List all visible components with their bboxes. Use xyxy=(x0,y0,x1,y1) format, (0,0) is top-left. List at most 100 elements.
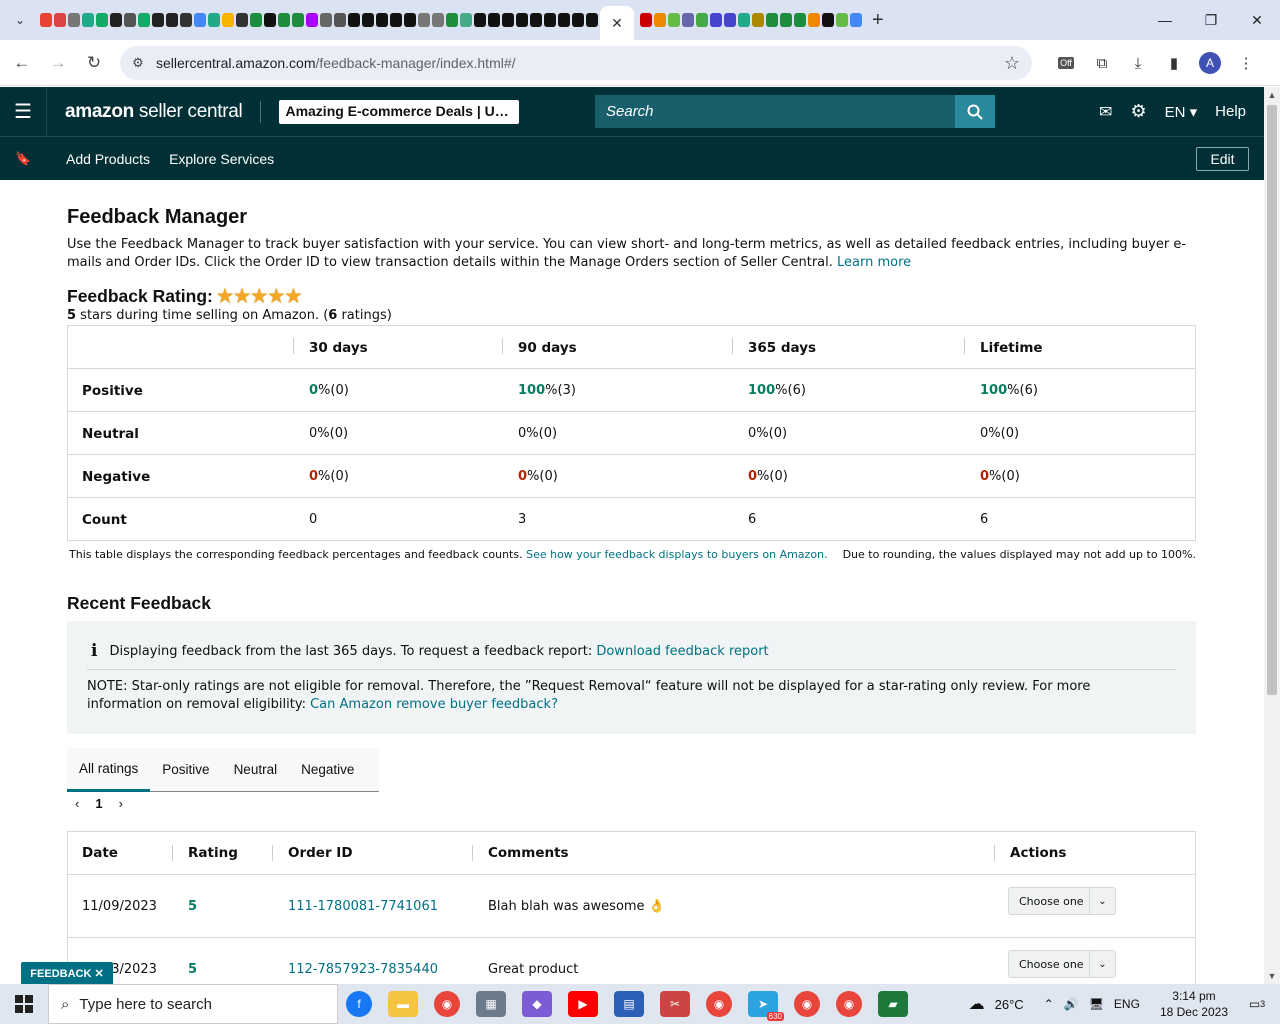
col-rating[interactable]: Rating xyxy=(188,832,238,874)
pinned-tab-favicon-icon[interactable] xyxy=(82,13,94,27)
pinned-tab-favicon-icon[interactable] xyxy=(488,13,500,27)
help-link[interactable]: Help xyxy=(1215,103,1246,120)
pinned-tab-favicon-icon[interactable] xyxy=(138,13,150,27)
pinned-tab-favicon-icon[interactable] xyxy=(208,13,220,27)
pinned-tab-favicon-icon[interactable] xyxy=(432,13,444,27)
pinned-tab-favicon-icon[interactable] xyxy=(682,13,694,27)
learn-more-link[interactable]: Learn more xyxy=(837,255,911,270)
search-input[interactable]: Search xyxy=(595,95,955,128)
nav-add-products[interactable]: Add Products xyxy=(66,151,150,167)
pinned-tab-favicon-icon[interactable] xyxy=(558,13,570,27)
facebook-icon[interactable]: f xyxy=(346,991,372,1017)
pinned-tab-favicon-icon[interactable] xyxy=(474,13,486,27)
pinned-tab-favicon-icon[interactable] xyxy=(54,13,66,27)
bookmark-icon[interactable]: 🔖 xyxy=(0,151,47,167)
input-language[interactable]: ENG xyxy=(1114,997,1140,1011)
notifications-icon[interactable]: ▭ 3 xyxy=(1242,989,1272,1019)
pinned-tab-favicon-icon[interactable] xyxy=(362,13,374,27)
side-panel-icon[interactable]: ▮ xyxy=(1156,45,1192,81)
new-tab-button[interactable]: + xyxy=(872,9,884,32)
tab-negative[interactable]: Negative xyxy=(289,748,366,792)
scrollbar-thumb[interactable] xyxy=(1267,105,1277,695)
order-id-link[interactable]: 111-1780081-7741061 xyxy=(288,875,438,937)
search-button[interactable] xyxy=(955,95,995,128)
pinned-tab-favicon-icon[interactable] xyxy=(794,13,806,27)
download-report-link[interactable]: Download feedback report xyxy=(596,644,768,659)
chrome-profile-icon[interactable]: ◉ xyxy=(706,991,732,1017)
pinned-tab-favicon-icon[interactable] xyxy=(710,13,722,27)
pinned-tab-favicon-icon[interactable] xyxy=(822,13,834,27)
chevron-down-icon[interactable]: ⌄ xyxy=(1089,951,1115,977)
pinned-tab-favicon-icon[interactable] xyxy=(180,13,192,27)
action-dropdown[interactable]: Choose one ⌄ xyxy=(1008,950,1116,978)
copilot-icon[interactable]: ◆ xyxy=(522,991,552,1017)
pinned-tab-favicon-icon[interactable] xyxy=(738,13,750,27)
tab-all-ratings[interactable]: All ratings xyxy=(67,748,151,792)
sticky-notes-icon[interactable]: ▰ xyxy=(878,991,908,1017)
temperature[interactable]: 26°C xyxy=(995,997,1024,1012)
col-date[interactable]: Date xyxy=(82,832,118,874)
active-tab[interactable]: ✕ xyxy=(600,6,634,40)
pinned-tab-favicon-icon[interactable] xyxy=(236,13,248,27)
restore-icon[interactable]: ❐ xyxy=(1188,0,1234,40)
snipping-tool-icon[interactable]: ✂ xyxy=(660,991,690,1017)
pinned-tab-favicon-icon[interactable] xyxy=(390,13,402,27)
bookmark-star-icon[interactable]: ☆ xyxy=(1004,53,1020,74)
pinned-tab-favicon-icon[interactable] xyxy=(222,13,234,27)
page-scrollbar[interactable]: ▲ ▼ xyxy=(1264,87,1280,984)
pinned-tab-favicon-icon[interactable] xyxy=(640,13,652,27)
site-info-icon[interactable]: ⚙ xyxy=(120,55,156,71)
pinned-tab-favicon-icon[interactable] xyxy=(40,13,52,27)
pinned-tab-favicon-icon[interactable] xyxy=(752,13,764,27)
pinned-tab-favicon-icon[interactable] xyxy=(850,13,862,27)
hamburger-menu-icon[interactable]: ☰ xyxy=(0,87,47,136)
windows-start-icon[interactable] xyxy=(0,984,48,1024)
current-page[interactable]: 1 xyxy=(95,796,102,811)
pinned-tab-favicon-icon[interactable] xyxy=(292,13,304,27)
calculator-icon[interactable]: ▦ xyxy=(476,991,506,1017)
nav-explore-services[interactable]: Explore Services xyxy=(169,151,274,167)
pinned-tab-favicon-icon[interactable] xyxy=(724,13,736,27)
chrome-icon[interactable]: ◉ xyxy=(434,991,460,1017)
chrome-c-icon[interactable]: ◉ xyxy=(836,991,862,1017)
pinned-tab-favicon-icon[interactable] xyxy=(530,13,542,27)
chevron-down-icon[interactable]: ⌄ xyxy=(1089,888,1115,914)
col-comments[interactable]: Comments xyxy=(488,832,569,874)
tab-search-icon[interactable]: ⌄ xyxy=(6,6,34,34)
pinned-tab-favicon-icon[interactable] xyxy=(502,13,514,27)
pinned-tab-favicon-icon[interactable] xyxy=(572,13,584,27)
pinned-tab-favicon-icon[interactable] xyxy=(696,13,708,27)
pinned-tab-favicon-icon[interactable] xyxy=(320,13,332,27)
address-bar[interactable]: ⚙ sellercentral.amazon.com/feedback-mana… xyxy=(120,46,1032,80)
col-order-id[interactable]: Order ID xyxy=(288,832,353,874)
pinned-tab-favicon-icon[interactable] xyxy=(404,13,416,27)
pinned-tab-favicon-icon[interactable] xyxy=(376,13,388,27)
pinned-tab-favicon-icon[interactable] xyxy=(124,13,136,27)
minimize-icon[interactable]: — xyxy=(1142,0,1188,40)
mail-icon[interactable]: ✉ xyxy=(1099,102,1112,122)
pinned-tab-favicon-icon[interactable] xyxy=(348,13,360,27)
reload-icon[interactable]: ↻ xyxy=(76,45,112,81)
chrome-a-icon[interactable]: ◉ xyxy=(794,991,820,1017)
language-selector[interactable]: EN ▾ xyxy=(1165,103,1198,121)
pinned-tab-favicon-icon[interactable] xyxy=(766,13,778,27)
browser-menu-icon[interactable]: ⋮ xyxy=(1228,45,1264,81)
pinned-tab-favicon-icon[interactable] xyxy=(96,13,108,27)
taskbar-search-input[interactable]: ⌕ Type here to search xyxy=(48,984,338,1024)
pinned-tab-favicon-icon[interactable] xyxy=(418,13,430,27)
forward-icon[interactable]: → xyxy=(40,45,76,81)
pinned-tab-favicon-icon[interactable] xyxy=(250,13,262,27)
settings-gear-icon[interactable]: ⚙ xyxy=(1130,101,1146,122)
pinned-tab-favicon-icon[interactable] xyxy=(278,13,290,27)
download-icon[interactable]: ⤓ xyxy=(1120,45,1156,81)
pinned-tab-favicon-icon[interactable] xyxy=(68,13,80,27)
telegram-icon[interactable]: ➤ 630 xyxy=(748,991,784,1021)
clock[interactable]: 3:14 pm 18 Dec 2023 xyxy=(1160,988,1228,1020)
close-window-icon[interactable]: ✕ xyxy=(1234,0,1280,40)
extensions-puzzle-icon[interactable]: ⧉ xyxy=(1084,45,1120,81)
close-tab-icon[interactable]: ✕ xyxy=(611,15,623,32)
pinned-tab-favicon-icon[interactable] xyxy=(808,13,820,27)
pinned-tab-favicon-icon[interactable] xyxy=(194,13,206,27)
scroll-down-icon[interactable]: ▼ xyxy=(1264,968,1280,984)
seller-central-logo[interactable]: amazon seller central xyxy=(65,101,243,123)
